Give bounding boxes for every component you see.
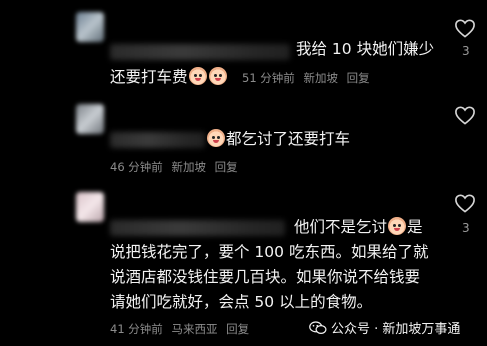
comment-meta: 41 分钟前 马来西亚 回复 — [110, 321, 254, 337]
heart-icon[interactable] — [454, 18, 476, 38]
comment-text: 说酒店都没钱住要几百块。如果你说不给钱要 — [110, 268, 421, 286]
comment-text-segment: 都乞讨了还要打车 — [226, 130, 351, 148]
avatar[interactable] — [76, 192, 104, 222]
comment-2: 都乞讨了还要打车 46 分钟前 新加坡 回复 — [0, 100, 487, 188]
timestamp: 51 分钟前 — [242, 71, 295, 85]
comment-1: 我给 10 块她们嫌少 还要打车费 51 分钟前 新加坡 回复 3 — [0, 0, 487, 100]
location: 新加坡 — [303, 71, 338, 85]
comment-text: 我给 10 块她们嫌少 — [296, 40, 435, 58]
username-blurred[interactable] — [110, 220, 285, 236]
comment-text-segment: 还要打车费 — [110, 68, 188, 86]
heart-icon[interactable] — [454, 193, 476, 213]
comment-text-segment: 他们不是乞讨 — [294, 218, 388, 236]
comment-text: 请她们吃就好，会点 50 以上的食物。 — [110, 293, 373, 311]
timestamp: 46 分钟前 — [110, 160, 163, 174]
avatar[interactable] — [76, 12, 104, 42]
wechat-icon — [309, 321, 327, 334]
location: 马来西亚 — [171, 322, 218, 336]
comment-text: 还要打车费 — [110, 66, 228, 88]
comment-text-segment: 是 — [407, 218, 423, 236]
watermark-text: 公众号 · 新加坡万事通 — [331, 322, 461, 337]
username-blurred[interactable] — [110, 132, 205, 148]
like-count: 3 — [462, 44, 470, 58]
avatar[interactable] — [76, 104, 104, 134]
timestamp: 41 分钟前 — [110, 322, 163, 336]
heart-icon[interactable] — [454, 105, 476, 125]
comment-meta: 46 分钟前 新加坡 回复 — [110, 159, 243, 175]
crying-laughing-emoji — [188, 67, 207, 85]
reply-button[interactable]: 回复 — [226, 322, 249, 336]
crying-laughing-emoji — [207, 129, 225, 147]
username-blurred[interactable] — [110, 44, 290, 60]
comment-text: 他们不是乞讨 是 — [294, 216, 423, 238]
comment-text: 都乞讨了还要打车 — [206, 128, 350, 150]
comment-text: 说把钱花完了，要个 100 吃东西。如果给了就 — [110, 243, 429, 261]
crying-laughing-emoji — [208, 67, 227, 85]
reply-button[interactable]: 回复 — [347, 71, 370, 85]
comment-meta: 51 分钟前 新加坡 回复 — [242, 70, 375, 86]
watermark: 公众号 · 新加坡万事通 — [309, 318, 460, 337]
like-count: 3 — [462, 221, 470, 235]
reply-button[interactable]: 回复 — [215, 160, 238, 174]
location: 新加坡 — [171, 160, 206, 174]
crying-laughing-emoji — [388, 217, 407, 235]
